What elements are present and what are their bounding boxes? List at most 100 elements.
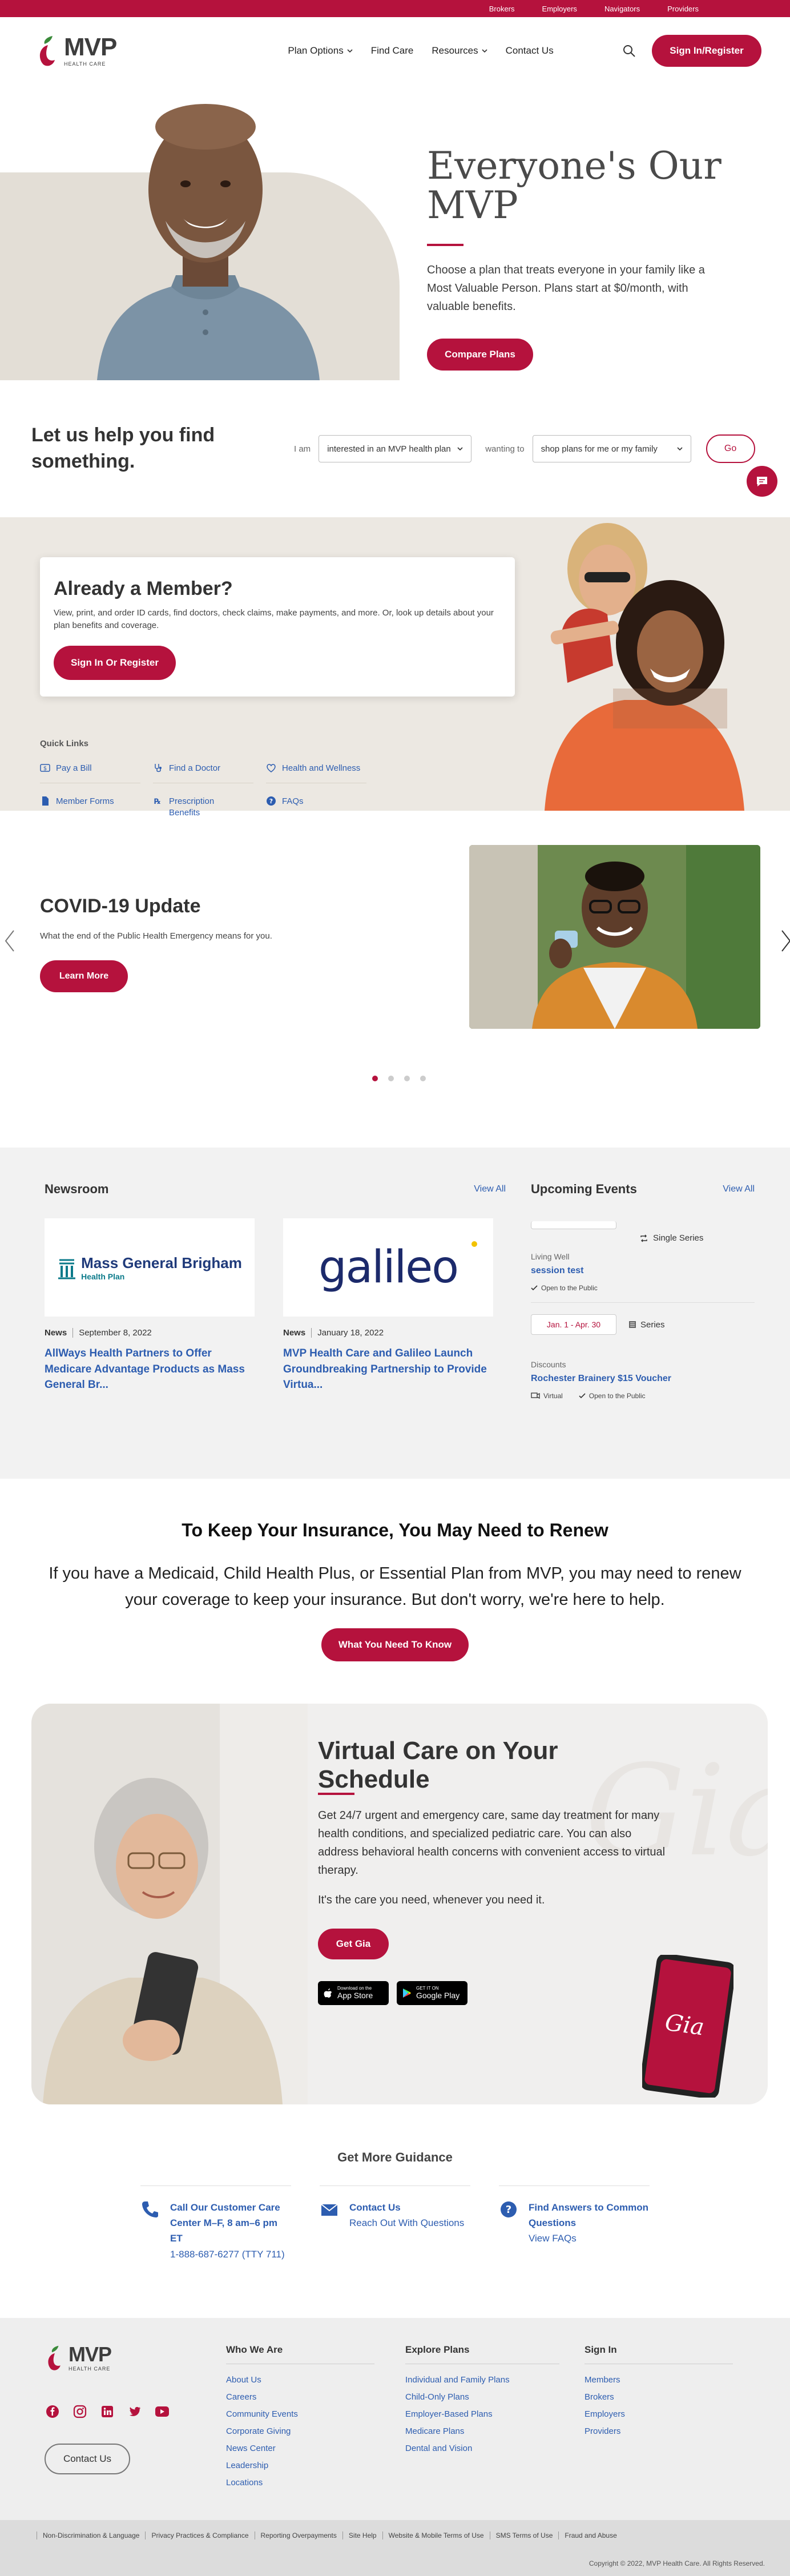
events-title: Upcoming Events: [531, 1182, 637, 1196]
legal-link[interactable]: SMS Terms of Use: [496, 2531, 553, 2539]
logo[interactable]: MVP HEALTH CARE: [35, 33, 117, 67]
google-play-icon: [403, 1989, 411, 1998]
utility-link-navigators[interactable]: Navigators: [604, 5, 640, 13]
what-you-need-to-know-button[interactable]: What You Need To Know: [321, 1628, 469, 1661]
app-store-badge-text: Download on the App Store: [337, 1986, 373, 2000]
utility-bar: Brokers Employers Navigators Providers: [0, 0, 790, 17]
footer-link[interactable]: About Us: [226, 2376, 374, 2384]
news-card[interactable]: Mass General Brigham Health Plan News Se…: [45, 1218, 255, 1393]
quick-link-label: FAQs: [282, 796, 304, 806]
legal-link[interactable]: Fraud and Abuse: [565, 2531, 616, 2539]
footer-column-title: Who We Are: [226, 2344, 283, 2355]
app-store-badge[interactable]: Download on the App Store: [318, 1981, 389, 2005]
guidance-item-contact[interactable]: Contact Us Reach Out With Questions: [320, 2185, 470, 2262]
twitter-icon[interactable]: [127, 2404, 143, 2420]
event-tag: Open to the Public: [531, 1284, 598, 1292]
footer-link[interactable]: Members: [585, 2376, 733, 2384]
footer-link[interactable]: Medicare Plans: [405, 2427, 559, 2436]
guidance-call-phone-link[interactable]: 1-888-687-6277 (TTY 711): [170, 2247, 285, 2262]
guidance-contact-sub[interactable]: Reach Out With Questions: [349, 2215, 464, 2231]
get-gia-button[interactable]: Get Gia: [318, 1929, 389, 1959]
footer-link[interactable]: Employer-Based Plans: [405, 2410, 559, 2418]
footer-logo-subtext: HEALTH CARE: [68, 2366, 111, 2372]
quick-link-find-a-doctor[interactable]: Find a Doctor: [153, 763, 253, 783]
event-title[interactable]: session test: [531, 1266, 755, 1276]
footer-link[interactable]: Careers: [226, 2393, 374, 2401]
legal-link[interactable]: Privacy Practices & Compliance: [151, 2531, 248, 2539]
event-title[interactable]: Rochester Brainery $15 Voucher: [531, 1374, 755, 1384]
utility-link-providers[interactable]: Providers: [667, 5, 699, 13]
member-sign-in-button[interactable]: Sign In Or Register: [54, 645, 176, 680]
footer-link[interactable]: Brokers: [585, 2393, 733, 2401]
virtual-care-text1: Get 24/7 urgent and emergency care, same…: [318, 1809, 666, 1877]
footer-link[interactable]: Corporate Giving: [226, 2427, 374, 2436]
check-icon: [579, 1393, 586, 1399]
event-item[interactable]: Jan. 1 - Apr. 30 Series Discounts Roches…: [531, 1303, 755, 1410]
utility-link-employers[interactable]: Employers: [542, 5, 577, 13]
guidance-faqs-sub[interactable]: View FAQs: [529, 2231, 650, 2246]
footer-link[interactable]: Child-Only Plans: [405, 2393, 559, 2401]
footer-link[interactable]: News Center: [226, 2444, 374, 2453]
utility-link-brokers[interactable]: Brokers: [489, 5, 515, 13]
footer-link[interactable]: Community Events: [226, 2410, 374, 2418]
newsroom-title: Newsroom: [45, 1182, 109, 1196]
logo-text: MVP: [64, 33, 117, 61]
news-logo-text: galileo: [318, 1242, 459, 1293]
footer-link[interactable]: Locations: [226, 2478, 374, 2487]
virtual-care-card: Gia Virtual Care on Your Schedule Get 24…: [31, 1704, 768, 2104]
footer-link[interactable]: Individual and Family Plans: [405, 2376, 559, 2384]
legal-links: Non-Discrimination & Language Privacy Pr…: [0, 2520, 790, 2551]
hero-accent-rule: [427, 243, 463, 246]
go-button[interactable]: Go: [706, 434, 755, 463]
quick-link-health-wellness[interactable]: Health and Wellness: [266, 763, 366, 783]
star-icon: [471, 1241, 477, 1247]
legal-link[interactable]: Non-Discrimination & Language: [43, 2531, 139, 2539]
news-card[interactable]: galileo News January 18, 2022 MVP Health…: [283, 1218, 493, 1393]
wanting-to-select[interactable]: shop plans for me or my family: [532, 435, 691, 462]
google-play-badge[interactable]: GET IT ON Google Play: [397, 1981, 467, 2005]
legal-link[interactable]: Website & Mobile Terms of Use: [389, 2531, 484, 2539]
instagram-icon[interactable]: [72, 2404, 88, 2420]
carousel-dot[interactable]: [388, 1076, 394, 1081]
nav-resources[interactable]: Resources: [432, 45, 487, 57]
nav-resources-label: Resources: [432, 45, 478, 56]
carousel-next-arrow-icon[interactable]: [780, 929, 790, 952]
chat-button[interactable]: [747, 466, 777, 497]
events-view-all-link[interactable]: View All: [723, 1184, 755, 1194]
youtube-icon[interactable]: [154, 2404, 170, 2420]
quick-link-pay-a-bill[interactable]: $ Pay a Bill: [40, 763, 140, 783]
footer-contact-us-button[interactable]: Contact Us: [45, 2444, 130, 2474]
footer-logo[interactable]: MVP HEALTH CARE: [45, 2342, 112, 2372]
carousel-dot[interactable]: [372, 1076, 378, 1081]
document-icon: [42, 796, 49, 806]
carousel-dot[interactable]: [420, 1076, 426, 1081]
i-am-select[interactable]: interested in an MVP health plan: [319, 435, 472, 462]
news-category: News: [45, 1328, 67, 1338]
compare-plans-button[interactable]: Compare Plans: [427, 338, 533, 371]
linkedin-icon[interactable]: [99, 2404, 115, 2420]
search-icon[interactable]: [622, 44, 636, 58]
carousel-dot[interactable]: [404, 1076, 410, 1081]
nav-plan-options[interactable]: Plan Options: [288, 45, 353, 57]
footer-link[interactable]: Employers: [585, 2410, 733, 2418]
footer-link[interactable]: Dental and Vision: [405, 2444, 559, 2453]
event-series-label: Series: [640, 1319, 665, 1330]
nav-contact-us[interactable]: Contact Us: [506, 45, 554, 57]
legal-link[interactable]: Reporting Overpayments: [261, 2531, 337, 2539]
footer-link[interactable]: Providers: [585, 2427, 733, 2436]
legal-divider: [342, 2531, 343, 2539]
guidance-item-faqs[interactable]: ? Find Answers to Common Questions View …: [499, 2185, 650, 2262]
carousel-prev-arrow-icon[interactable]: [3, 929, 16, 952]
sign-in-register-button[interactable]: Sign In/Register: [652, 35, 761, 67]
event-item[interactable]: Single Series Living Well session test O…: [531, 1197, 755, 1303]
footer-logo-text: MVP: [68, 2342, 112, 2366]
news-headline-link[interactable]: AllWays Health Partners to Offer Medicar…: [45, 1346, 255, 1393]
learn-more-button[interactable]: Learn More: [40, 960, 128, 992]
news-headline-link[interactable]: MVP Health Care and Galileo Launch Groun…: [283, 1346, 493, 1393]
nav-find-care[interactable]: Find Care: [371, 45, 414, 57]
footer-link[interactable]: Leadership: [226, 2461, 374, 2470]
guidance-item-call[interactable]: Call Our Customer Care Center M–F, 8 am–…: [140, 2185, 291, 2262]
legal-link[interactable]: Site Help: [349, 2531, 377, 2539]
facebook-icon[interactable]: [45, 2404, 61, 2420]
newsroom-view-all-link[interactable]: View All: [474, 1184, 506, 1194]
